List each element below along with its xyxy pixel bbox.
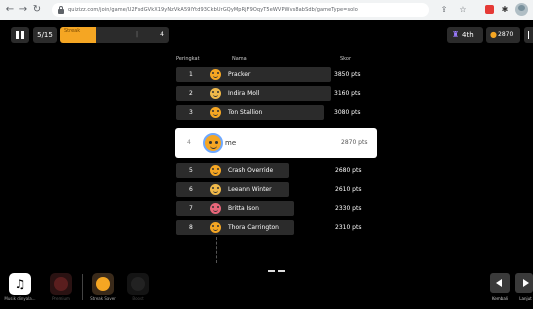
streak-saver-button[interactable] bbox=[92, 273, 114, 295]
next-button-label: Lanjut bbox=[519, 296, 532, 301]
extension-icon[interactable] bbox=[485, 5, 494, 14]
player-name: Thora Carrington bbox=[228, 224, 279, 231]
powerup-divider bbox=[82, 274, 83, 300]
arrow-right-icon bbox=[523, 279, 529, 287]
profile-avatar[interactable] bbox=[515, 3, 528, 16]
player-name: Ton Stallion bbox=[228, 109, 263, 116]
player-avatar bbox=[210, 107, 221, 118]
streak-label: Streak bbox=[64, 28, 81, 34]
player-avatar bbox=[210, 184, 221, 195]
reload-icon[interactable]: ↻ bbox=[31, 3, 43, 17]
music-note-icon: ♫ bbox=[14, 277, 26, 291]
powerup-4-button[interactable] bbox=[127, 273, 149, 295]
streak-meter: Streak | 4 bbox=[60, 27, 169, 43]
player-score: 3160 pts bbox=[334, 90, 361, 97]
powerup-2-icon bbox=[54, 277, 68, 291]
address-bar[interactable]: quizizz.com/join/game/U2FsdGVkX19yNzVkA5… bbox=[52, 3, 429, 17]
lock-icon bbox=[58, 6, 64, 14]
row-rank: 5 bbox=[189, 167, 193, 174]
player-name: Leeann Winter bbox=[228, 186, 272, 193]
coin-icon: ● bbox=[490, 30, 497, 39]
streak-saver-label: Streak Saver bbox=[90, 296, 116, 301]
row-rank: 3 bbox=[189, 109, 193, 116]
player-avatar bbox=[210, 222, 221, 233]
streak-divider: | bbox=[136, 31, 139, 38]
pause-button[interactable] bbox=[11, 27, 29, 43]
header-rank: Peringkat bbox=[176, 56, 200, 62]
rank-text: 4th bbox=[462, 31, 474, 39]
player-name: Indira Moll bbox=[228, 90, 260, 97]
powerup-2-button[interactable] bbox=[50, 273, 72, 295]
streak-saver-icon bbox=[96, 277, 110, 291]
forward-arrow-icon[interactable]: → bbox=[17, 3, 29, 17]
music-powerup-button[interactable]: ♫ bbox=[9, 273, 31, 295]
arrow-left-icon bbox=[496, 279, 502, 287]
back-button[interactable] bbox=[490, 273, 510, 293]
rank-trophy-icon: ♜ bbox=[452, 30, 460, 39]
player-score: 2330 pts bbox=[335, 205, 362, 212]
row-rank: 1 bbox=[189, 71, 193, 78]
score-text: 2870 bbox=[498, 31, 514, 38]
row-rank: 7 bbox=[189, 205, 193, 212]
loading-indicator bbox=[268, 270, 286, 272]
powerup-2-label: Premium bbox=[52, 296, 70, 301]
player-score: 3850 pts bbox=[334, 71, 361, 78]
row-rank: 2 bbox=[189, 90, 193, 97]
player-avatar bbox=[210, 165, 221, 176]
browser-toolbar: ← → ↻ quizizz.com/join/game/U2FsdGVkX19y… bbox=[0, 0, 533, 20]
powerup-4-icon bbox=[131, 277, 145, 291]
player-score: 2610 pts bbox=[335, 186, 362, 193]
me-avatar bbox=[203, 133, 223, 153]
question-counter: 5/15 bbox=[33, 27, 57, 43]
back-button-label: Kembali bbox=[492, 296, 508, 301]
player-name: Crash Override bbox=[228, 167, 274, 174]
player-score: 3080 pts bbox=[334, 109, 361, 116]
current-player-card: 4 me 2870 pts bbox=[175, 128, 377, 158]
player-score: 2310 pts bbox=[335, 224, 362, 231]
puzzle-icon[interactable]: ✱ bbox=[499, 3, 511, 17]
row-rank: 8 bbox=[189, 224, 193, 231]
side-panel-button[interactable] bbox=[524, 27, 533, 43]
row-rank: 6 bbox=[189, 186, 193, 193]
powerup-4-label: Boost bbox=[132, 296, 144, 301]
player-name: Pracker bbox=[228, 71, 251, 78]
header-name: Nama bbox=[232, 56, 247, 62]
rank-badge: ♜ 4th bbox=[447, 27, 483, 43]
player-name: Britta Ison bbox=[228, 205, 259, 212]
me-name: me bbox=[225, 139, 237, 147]
player-avatar bbox=[210, 88, 221, 99]
player-score: 2680 pts bbox=[335, 167, 362, 174]
back-arrow-icon[interactable]: ← bbox=[4, 3, 16, 17]
me-score: 2870 pts bbox=[341, 139, 368, 146]
next-button[interactable] bbox=[515, 273, 533, 293]
player-avatar bbox=[210, 69, 221, 80]
music-powerup-label: Musik dinyala... bbox=[4, 296, 36, 301]
leaderboard-continuation bbox=[216, 237, 217, 263]
bookmark-star-icon[interactable]: ☆ bbox=[457, 3, 469, 17]
streak-count: 4 bbox=[160, 31, 164, 38]
share-icon[interactable]: ⇪ bbox=[438, 3, 450, 17]
url-text: quizizz.com/join/game/U2FsdGVkX19yNzVkA5… bbox=[68, 7, 358, 13]
score-badge: ● 2870 bbox=[486, 27, 520, 43]
me-rank: 4 bbox=[187, 139, 191, 146]
header-score: Skor bbox=[340, 56, 352, 62]
player-avatar bbox=[210, 203, 221, 214]
